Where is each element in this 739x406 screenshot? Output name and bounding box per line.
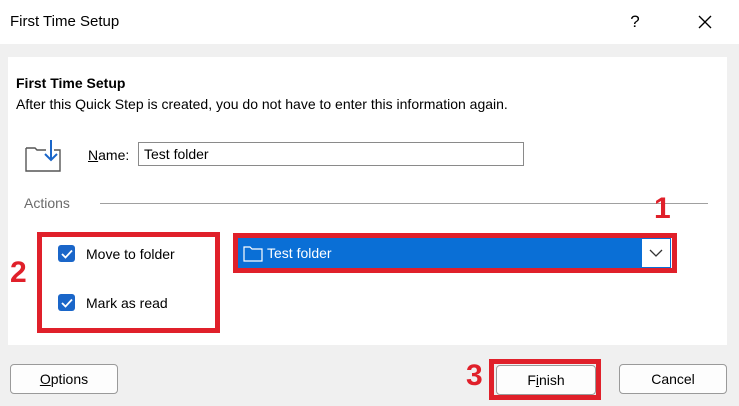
name-label: Name: — [88, 147, 130, 163]
title-bar: First Time Setup ? — [0, 0, 739, 44]
close-button[interactable] — [690, 9, 720, 35]
cancel-button[interactable]: Cancel — [619, 364, 727, 394]
actions-divider — [100, 203, 708, 204]
quick-step-move-icon — [25, 140, 61, 172]
annotation-box-1 — [233, 233, 677, 273]
close-icon — [698, 15, 712, 29]
page-heading: First Time Setup — [16, 75, 126, 91]
actions-label: Actions — [24, 195, 70, 211]
annotation-box-2 — [37, 232, 220, 333]
finish-button[interactable]: Fi nish — [496, 365, 596, 395]
page-description: After this Quick Step is created, you do… — [16, 96, 508, 112]
window-title: First Time Setup — [10, 13, 120, 30]
options-button[interactable]: Options — [10, 364, 118, 394]
name-input[interactable] — [138, 142, 524, 166]
annotation-marker-3: 3 — [466, 359, 483, 392]
annotation-marker-1: 1 — [654, 192, 671, 225]
annotation-marker-2: 2 — [10, 256, 27, 289]
help-button[interactable]: ? — [624, 9, 646, 35]
